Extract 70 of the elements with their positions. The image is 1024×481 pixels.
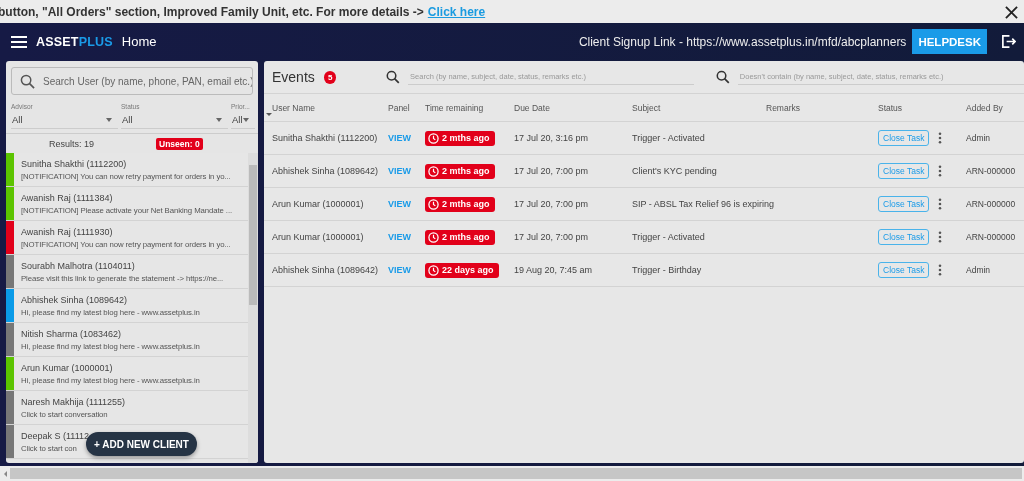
column-header[interactable]: Subject (632, 102, 766, 113)
logout-icon[interactable] (1001, 34, 1016, 49)
table-cell-text: Trigger - Activated (632, 232, 706, 242)
table-cell-text: Abhishek Sinha (1089642) (272, 265, 380, 275)
search-icon (20, 74, 35, 89)
column-header[interactable]: Added By (966, 102, 1024, 113)
close-icon[interactable] (1005, 6, 1018, 19)
time-badge: 2 mths ago (425, 130, 495, 146)
page-title: Home (121, 34, 157, 49)
table-cell-text: Trigger - Birthday (632, 265, 703, 275)
client-name: Arun Kumar (1000001) (21, 362, 114, 373)
signup-link-text: Client Signup Link - https://www.assetplus.in/mfd/abcplanners (578, 34, 907, 49)
client-name: Sourabh Malhotra (1104011) (21, 260, 136, 271)
table-cell-text: ARN-000000 (966, 232, 1017, 242)
filter-dropdown[interactable]: All (231, 110, 255, 129)
time-badge: 2 mths ago (425, 229, 495, 245)
menu-icon[interactable] (11, 35, 27, 48)
table-cell-text: Abhishek Sinha (1089642) (272, 166, 380, 176)
filter-dropdown[interactable]: All (121, 110, 228, 129)
table-cell-text: 17 Jul 20, 7:00 pm (514, 166, 590, 176)
table-cell-text: Arun Kumar (1000001) (272, 199, 365, 209)
events-count-badge: 5 (323, 70, 337, 84)
results-count: Results: 19 (49, 139, 95, 149)
time-badge: 2 mths ago (425, 196, 495, 212)
table-cell-text: Client's KYC pending (632, 166, 718, 176)
table-cell-text: 17 Jul 20, 3:16 pm (514, 133, 590, 143)
clock-icon (428, 132, 439, 144)
clock-icon (428, 264, 439, 276)
column-header[interactable]: User Name (272, 102, 388, 113)
search-icon (386, 70, 401, 84)
table-cell-text: ARN-000000 (966, 199, 1017, 209)
table-cell-text: ARN-000000 (966, 166, 1017, 176)
search-icon (716, 70, 730, 84)
clock-icon (428, 198, 439, 210)
filter-dropdown[interactable]: All (11, 110, 118, 129)
time-badge: 22 days ago (425, 262, 499, 278)
time-badge: 2 mths ago (425, 163, 495, 179)
table-cell-text: Admin (966, 133, 992, 143)
more-icon[interactable] (938, 132, 943, 144)
table-cell-text: 19 Aug 20, 7:45 am (514, 265, 594, 275)
column-header[interactable]: Time remaining (425, 102, 514, 113)
client-name: Abhishek Sinha (1089642) (21, 294, 129, 305)
table-cell-text: 17 Jul 20, 7:00 pm (514, 199, 590, 209)
more-icon[interactable] (938, 198, 943, 210)
table-cell-text: 17 Jul 20, 7:00 pm (514, 232, 590, 242)
clock-icon (428, 165, 439, 177)
client-name: Nitish Sharma (1083462) (21, 328, 123, 339)
events-title: Events (272, 69, 315, 85)
client-name: Sunitha Shakthi (1112200) (21, 158, 128, 169)
unseen-badge: Unseen: 0 (156, 138, 203, 150)
client-name: Awanish Raj (1111930) (21, 226, 114, 237)
scrollbar[interactable] (248, 153, 258, 463)
column-header[interactable]: Due Date (514, 102, 632, 113)
client-name: Naresh Makhija (1111255) (21, 396, 126, 407)
logo: ASSETPLUS (36, 34, 113, 49)
user-search-field[interactable]: Search User (by name, phone, PAN, email etc.) (11, 67, 253, 95)
column-header[interactable]: Status (878, 102, 966, 113)
table-cell-text: Admin (966, 265, 992, 275)
more-icon[interactable] (938, 264, 943, 276)
scrollbar[interactable] (0, 466, 1024, 481)
more-icon[interactable] (938, 231, 943, 243)
more-icon[interactable] (938, 165, 943, 177)
client-name: Awanish Raj (1111384) (21, 192, 114, 203)
table-cell-text: Sunitha Shakthi (1112200) (272, 133, 379, 143)
column-header[interactable]: Remarks (766, 102, 878, 113)
table-cell-text: Trigger - Activated (632, 133, 706, 143)
column-header[interactable]: Panel (388, 102, 425, 113)
table-cell-text: Arun Kumar (1000001) (272, 232, 365, 242)
clock-icon (428, 231, 439, 243)
table-cell-text: SIP - ABSL Tax Relief 96 is expiring (632, 199, 775, 209)
